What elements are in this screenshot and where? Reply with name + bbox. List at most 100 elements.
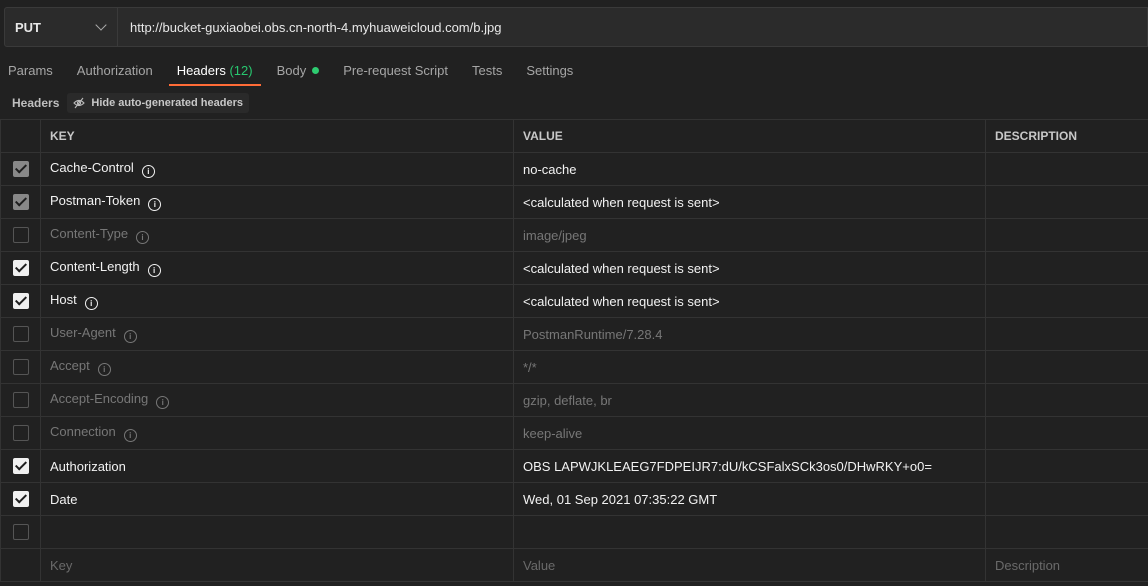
header-enabled-checkbox: [12, 194, 29, 211]
tab-authorization[interactable]: Authorization: [69, 56, 161, 86]
header-description-cell[interactable]: [985, 218, 1148, 252]
header-key-cell[interactable]: Accept i: [40, 350, 514, 384]
headers-subbar: Headers Hide auto-generated headers: [0, 93, 249, 113]
tab-label: Pre-request Script: [343, 63, 448, 78]
url-input[interactable]: http://bucket-guxiaobei.obs.cn-north-4.m…: [118, 7, 1148, 47]
header-key-cell[interactable]: Host i: [40, 284, 514, 318]
header-description-cell[interactable]: [985, 317, 1148, 351]
header-value-cell[interactable]: <calculated when request is sent>: [513, 251, 986, 285]
table-row: Accept i */*: [0, 350, 1148, 384]
header-enabled-checkbox[interactable]: [12, 227, 29, 244]
header-description-cell[interactable]: [985, 185, 1148, 219]
header-key-cell[interactable]: [40, 515, 514, 549]
header-description-cell[interactable]: [985, 416, 1148, 450]
header-key-cell[interactable]: Accept-Encoding i: [40, 383, 514, 417]
chevron-down-icon: [95, 19, 107, 31]
method-select[interactable]: PUT: [4, 7, 118, 47]
header-value-cell[interactable]: Wed, 01 Sep 2021 07:35:22 GMT: [513, 482, 986, 516]
header-key-cell[interactable]: Authorization: [40, 449, 514, 483]
checkbox-cell: [0, 284, 41, 318]
header-value-cell[interactable]: <calculated when request is sent>: [513, 284, 986, 318]
header-enabled-checkbox[interactable]: [12, 392, 29, 409]
header-description-cell[interactable]: [985, 515, 1148, 549]
checkbox-cell: [0, 350, 41, 384]
header-description-cell[interactable]: [985, 284, 1148, 318]
info-icon[interactable]: i: [141, 165, 155, 178]
header-description-cell[interactable]: [985, 152, 1148, 186]
header-enabled-checkbox[interactable]: [12, 425, 29, 442]
tab-params[interactable]: Params: [0, 56, 61, 86]
checkbox-column-header: [0, 119, 41, 153]
header-description-cell[interactable]: [985, 251, 1148, 285]
header-value-cell[interactable]: */*: [513, 350, 986, 384]
checkbox-cell: [0, 515, 41, 549]
tab-pre-request-script[interactable]: Pre-request Script: [335, 56, 456, 86]
info-icon[interactable]: i: [123, 330, 137, 343]
table-header-row: KEY VALUE DESCRIPTION: [0, 119, 1148, 153]
tab-headers[interactable]: Headers (12): [168, 56, 261, 86]
header-key: User-Agent: [50, 325, 116, 340]
tab-label: Headers: [176, 63, 226, 78]
header-key-cell[interactable]: Content-Type i: [40, 218, 514, 252]
checkbox-cell: [0, 317, 41, 351]
header-key: Accept: [50, 358, 90, 373]
header-key: Accept-Encoding: [50, 391, 149, 406]
header-value-cell[interactable]: OBS LAPWJKLEAEG7FDPEIJR7:dU/kCSFalxSCk3o…: [513, 449, 986, 483]
table-row: Postman-Token i <calculated when request i…: [0, 185, 1148, 219]
header-value-cell[interactable]: keep-alive: [513, 416, 986, 450]
eye-off-icon: [73, 97, 86, 109]
method-label: PUT: [15, 19, 41, 35]
header-key-cell[interactable]: Cache-Control i: [40, 152, 514, 186]
header-enabled-checkbox[interactable]: [12, 491, 29, 508]
header-value-cell[interactable]: image/jpeg: [513, 218, 986, 252]
header-key-cell[interactable]: Connection i: [40, 416, 514, 450]
description-column-header: DESCRIPTION: [985, 119, 1148, 153]
hide-auto-generated-label: Hide auto-generated headers: [91, 97, 243, 109]
table-row: [0, 515, 1148, 549]
body-status-dot-icon: [312, 67, 320, 75]
info-icon[interactable]: i: [148, 198, 162, 211]
header-key-cell[interactable]: User-Agent i: [40, 317, 514, 351]
header-value-cell[interactable]: [513, 515, 986, 549]
header-description-cell[interactable]: [985, 383, 1148, 417]
header-description-cell[interactable]: [985, 350, 1148, 384]
header-enabled-checkbox[interactable]: [12, 293, 29, 310]
checkbox-cell: [0, 218, 41, 252]
header-enabled-checkbox[interactable]: [12, 359, 29, 376]
tab-settings[interactable]: Settings: [518, 56, 581, 86]
checkbox-cell: [0, 185, 41, 219]
hide-auto-generated-button[interactable]: Hide auto-generated headers: [67, 93, 249, 113]
request-url-bar: PUT http://bucket-guxiaobei.obs.cn-north…: [4, 7, 1148, 47]
header-description-cell[interactable]: [985, 449, 1148, 483]
tab-tests[interactable]: Tests: [464, 56, 510, 86]
table-row: User-Agent i PostmanRuntime/7.28.4: [0, 317, 1148, 351]
header-description-cell[interactable]: [985, 482, 1148, 516]
header-key-cell[interactable]: Date: [40, 482, 514, 516]
header-enabled-checkbox[interactable]: [12, 524, 29, 541]
request-tabs: Params Authorization Headers (12) Body Pre-r…: [0, 56, 589, 88]
header-enabled-checkbox[interactable]: [12, 326, 29, 343]
new-value-input[interactable]: Value: [513, 548, 986, 582]
new-key-input[interactable]: Key: [40, 548, 514, 582]
header-key-cell[interactable]: Content-Length i: [40, 251, 514, 285]
info-icon[interactable]: i: [156, 396, 170, 409]
info-icon[interactable]: i: [136, 231, 150, 244]
header-value-cell[interactable]: no-cache: [513, 152, 986, 186]
header-value-cell[interactable]: PostmanRuntime/7.28.4: [513, 317, 986, 351]
info-icon[interactable]: i: [97, 363, 111, 376]
table-row: Connection i keep-alive: [0, 416, 1148, 450]
header-value-cell[interactable]: gzip, deflate, br: [513, 383, 986, 417]
table-row: Date Wed, 01 Sep 2021 07:35:22 GMT: [0, 482, 1148, 516]
info-icon[interactable]: i: [84, 297, 98, 310]
tab-body[interactable]: Body: [269, 56, 328, 86]
new-description-input[interactable]: Description: [985, 548, 1148, 582]
info-icon[interactable]: i: [123, 429, 137, 442]
tab-count-badge: (12): [229, 63, 253, 78]
header-key-cell[interactable]: Postman-Token i: [40, 185, 514, 219]
info-icon[interactable]: i: [147, 264, 161, 277]
header-enabled-checkbox[interactable]: [12, 458, 29, 475]
header-value-cell[interactable]: <calculated when request is sent>: [513, 185, 986, 219]
header-enabled-checkbox[interactable]: [12, 260, 29, 277]
table-row: Authorization OBS LAPWJKLEAEG7FDPEIJR7:dU…: [0, 449, 1148, 483]
header-key: Connection: [50, 424, 116, 439]
